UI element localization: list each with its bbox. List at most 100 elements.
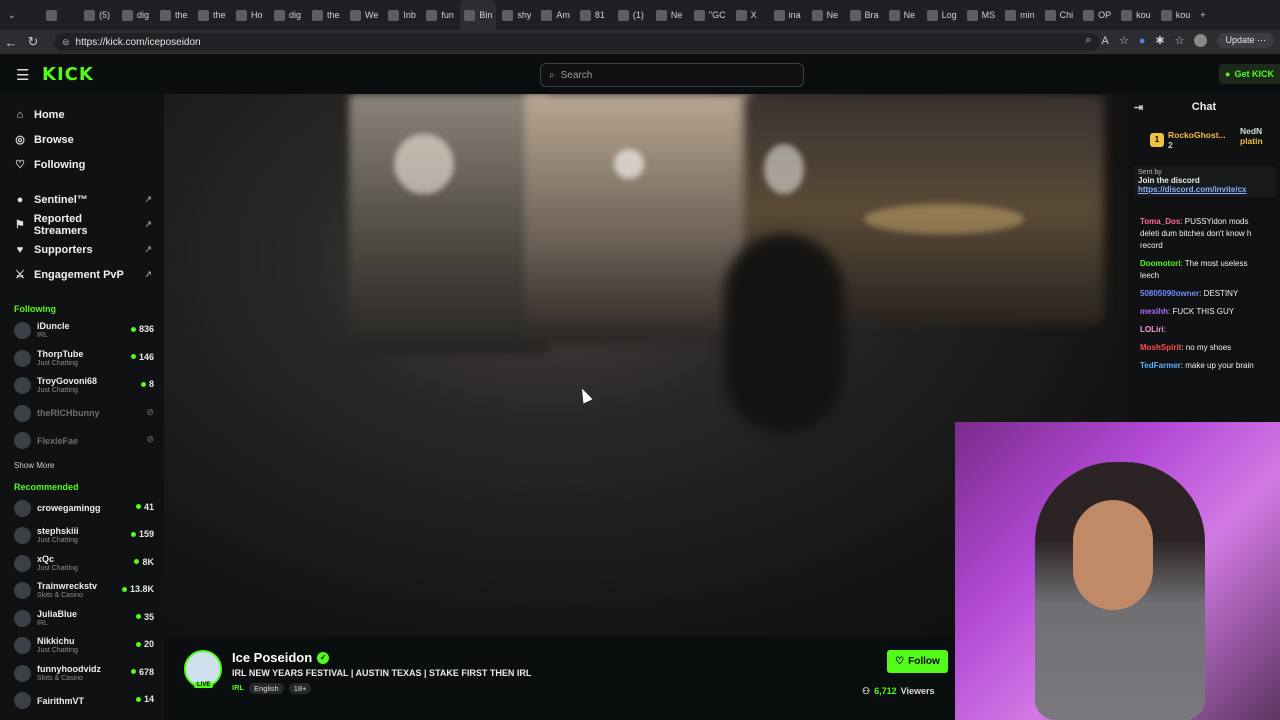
sidebar-channel[interactable]: xQc Just Chatting 8K <box>0 550 164 578</box>
sidebar-item-following[interactable]: ♡ Following <box>0 152 164 177</box>
browser-tab[interactable]: min <box>1001 0 1039 30</box>
browser-tab[interactable]: the <box>308 0 344 30</box>
browser-tab[interactable]: We <box>346 0 382 30</box>
hamburger-menu-icon[interactable]: ☰ <box>16 66 29 84</box>
kick-logo[interactable]: KICK <box>42 64 94 85</box>
browser-tab[interactable]: Ho <box>232 0 268 30</box>
browser-tab[interactable]: (1) <box>614 0 650 30</box>
browser-tab[interactable]: Am <box>537 0 574 30</box>
browser-tab[interactable]: ina <box>770 0 806 30</box>
url-input[interactable]: ⊜ https://kick.com/iceposeidon <box>54 33 1100 51</box>
sidebar-channel[interactable]: TroyGovoni68 Just Chatting 8 <box>0 372 164 400</box>
site-info-icon[interactable]: ⊜ <box>62 37 70 48</box>
tab-label: (1) <box>632 10 644 20</box>
tab-label: Log <box>941 10 957 20</box>
browser-tab[interactable]: Inb <box>384 0 420 30</box>
browser-tab[interactable]: OP <box>1079 0 1115 30</box>
chat-username[interactable]: Toma_Dos <box>1140 217 1180 226</box>
tab-label: kou <box>1175 10 1191 20</box>
chat-username[interactable]: Doomotori <box>1140 259 1180 268</box>
chat-leaderboard[interactable]: 1 RockoGhost... 2 NedN platin <box>1128 120 1280 160</box>
viewer-count: 678 <box>138 666 154 677</box>
tag-language[interactable]: English <box>249 683 284 694</box>
chat-username[interactable]: mexihh <box>1140 307 1168 316</box>
sidebar-channel[interactable]: Trainwreckstv Slots & Casino 13.8K <box>0 577 164 605</box>
sidebar-item-reported-streamers[interactable]: ⚑ Reported Streamers ↗ <box>0 212 164 237</box>
search-input[interactable]: ⌕ Search <box>540 63 804 87</box>
favicon-icon <box>312 9 323 21</box>
sidebar-item-home[interactable]: ⌂ Home <box>0 102 164 127</box>
sidebar-channel[interactable]: funnyhoodvidz Slots & Casino 678 <box>0 660 164 688</box>
browser-tab[interactable]: Ne <box>808 0 844 30</box>
update-button[interactable]: Update ⋯ <box>1217 33 1274 48</box>
sidebar-channel[interactable]: crowegamingg 41 <box>0 495 164 523</box>
read-aloud-icon[interactable]: A <box>1101 35 1108 47</box>
browser-tab[interactable]: Ne <box>652 0 688 30</box>
pinned-link[interactable]: https://discord.com/invite/cx <box>1138 185 1246 194</box>
sidebar-item-browse[interactable]: ◎ Browse <box>0 127 164 152</box>
sidebar-item-sentinel[interactable]: ● Sentinel™ ↗ <box>0 187 164 212</box>
browser-tab[interactable]: dig <box>270 0 306 30</box>
sidebar-channel[interactable]: stephskiii Just Chatting 159 <box>0 522 164 550</box>
browser-tab[interactable]: MS <box>963 0 1000 30</box>
browser-tab[interactable]: the <box>194 0 230 30</box>
follow-button[interactable]: ♡ Follow <box>887 650 948 673</box>
sidebar-channel[interactable]: JuliaBlue IRL 35 <box>0 605 164 633</box>
tag-mature[interactable]: 18+ <box>288 683 312 694</box>
browser-tab[interactable]: "GC <box>690 0 730 30</box>
tab-list-button[interactable]: ⌄ <box>4 0 40 30</box>
browser-tab[interactable]: fun <box>422 0 458 30</box>
chat-username[interactable]: MoshSpirit <box>1140 343 1181 352</box>
browser-tab[interactable]: dig <box>118 0 154 30</box>
sidebar-channel[interactable]: iDuncle IRL 836 <box>0 317 164 345</box>
browser-tab[interactable]: Chi <box>1041 0 1078 30</box>
browser-tab[interactable]: 81 <box>576 0 612 30</box>
browser-tab[interactable]: Bin <box>460 0 497 30</box>
sidebar-channel[interactable]: Nikkichu Just Chatting 20 <box>0 632 164 660</box>
sidebar-channel[interactable]: FairithmVT 14 <box>0 687 164 715</box>
home-icon: ⌂ <box>16 108 24 121</box>
browser-tab[interactable]: the <box>156 0 192 30</box>
chat-username[interactable]: LOLiri <box>1140 325 1164 334</box>
new-tab-button[interactable]: + <box>1196 0 1232 30</box>
collapse-chat-icon[interactable]: ⇥ <box>1134 101 1143 114</box>
browser-tab[interactable] <box>42 0 78 30</box>
browser-tab[interactable]: kou <box>1117 0 1155 30</box>
browser-tab[interactable]: shy <box>498 0 535 30</box>
sidebar-channel[interactable]: theRICHbunny ⊘ <box>0 400 164 428</box>
get-kick-button[interactable]: ● Get KICK <box>1219 64 1280 84</box>
browser-tab[interactable]: Log <box>923 0 961 30</box>
stream-category-link[interactable]: IRL <box>232 683 244 694</box>
profile-avatar[interactable] <box>1194 34 1208 47</box>
browser-tab-bar: ⌄ (5) dig the the Ho dig the We Inb fun Bin shy Am 81… <box>0 0 1280 30</box>
chat-username[interactable]: 50805090owner <box>1140 289 1199 298</box>
show-more-button[interactable]: Show More <box>0 455 164 477</box>
favorite-star-icon[interactable]: ☆ <box>1119 34 1129 47</box>
favicon-icon <box>1083 9 1095 21</box>
browser-tab[interactable]: (5) <box>80 0 116 30</box>
browser-tab[interactable]: X <box>732 0 768 30</box>
sidebar-channel[interactable]: ThorpTube Just Chatting 146 <box>0 345 164 373</box>
reload-icon[interactable]: ↻ <box>22 34 44 50</box>
chat-title: Chat <box>1191 101 1217 113</box>
collections-icon[interactable]: ☆ <box>1175 34 1185 47</box>
channel-name: iDuncle <box>37 321 70 332</box>
sidebar-item-supporters[interactable]: ♥ Supporters ↗ <box>0 237 164 262</box>
chat-username[interactable]: TedFarmer <box>1140 361 1181 370</box>
favicon-icon <box>735 9 747 21</box>
streamer-face <box>1073 500 1153 610</box>
favicon-icon <box>1044 9 1056 21</box>
sidebar-item-engagement-pvp[interactable]: ⚔ Engagement PvP ↗ <box>0 262 164 287</box>
browser-tab[interactable]: Ne <box>885 0 921 30</box>
zoom-icon[interactable]: ⌕ <box>1085 34 1091 47</box>
browser-tab[interactable]: Bra <box>846 0 883 30</box>
recommended-list: crowegamingg 41 stephskiii Just Chatting 159… <box>0 495 164 715</box>
back-icon[interactable]: ← <box>0 35 22 50</box>
channel-name: xQc <box>37 553 55 564</box>
extensions-icon[interactable]: ✱ <box>1155 34 1164 47</box>
sidebar-channel[interactable]: FlexieFae ⊘ <box>0 427 164 455</box>
leader-name: RockoGhost... <box>1168 130 1226 140</box>
streamer-name[interactable]: Ice Poseidon <box>232 650 312 665</box>
browser-tab[interactable]: kou <box>1157 0 1195 30</box>
extension-icon[interactable]: ● <box>1139 35 1146 47</box>
